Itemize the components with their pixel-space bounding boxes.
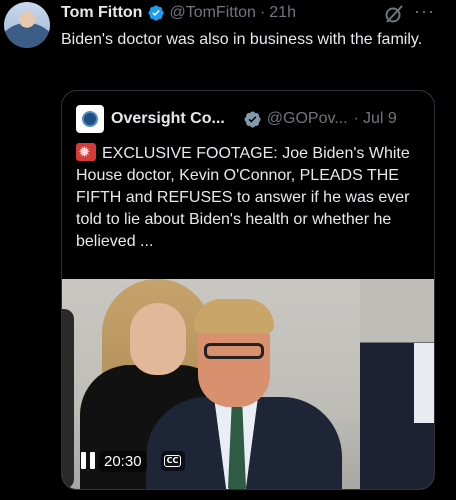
tweet[interactable]: Tom Fitton @TomFitton · 21h ··· Biden's … — [0, 0, 456, 500]
quoted-tweet-date[interactable]: Jul 9 — [363, 110, 397, 128]
quoted-tweet[interactable]: Oversight Co... @GOPov... · Jul 9 EXCLUS… — [61, 90, 435, 490]
verified-badge-icon[interactable] — [243, 110, 262, 129]
quoted-author-handle[interactable]: @GOPov... — [267, 110, 348, 128]
author-avatar[interactable] — [4, 2, 50, 48]
tweet-text: Biden's doctor was also in business with… — [61, 31, 423, 48]
author-name[interactable]: Tom Fitton — [61, 4, 142, 22]
pause-icon[interactable] — [75, 449, 101, 473]
quoted-tweet-header: Oversight Co... @GOPov... · Jul 9 — [76, 105, 397, 133]
video-controls: 20:30 CC — [75, 449, 185, 473]
tweet-timestamp[interactable]: 21h — [269, 4, 296, 22]
separator-dot: · — [353, 110, 359, 127]
grok-icon[interactable] — [384, 4, 404, 24]
verified-badge-icon[interactable] — [147, 4, 165, 22]
cc-icon: CC — [163, 455, 182, 467]
author-handle[interactable]: @TomFitton — [169, 4, 255, 22]
quoted-tweet-text: EXCLUSIVE FOOTAGE: Joe Biden's White Hou… — [76, 145, 410, 250]
tweet-header: Tom Fitton @TomFitton · 21h — [61, 3, 296, 23]
quoted-author-name[interactable]: Oversight Co... — [111, 110, 225, 128]
quoted-tweet-text-container: EXCLUSIVE FOOTAGE: Joe Biden's White Hou… — [76, 142, 426, 253]
closed-captions-button[interactable]: CC — [160, 451, 185, 471]
quoted-author-avatar[interactable] — [76, 105, 104, 133]
more-options-icon[interactable]: ··· — [414, 2, 436, 24]
video-elapsed-time: 20:30 — [99, 450, 147, 472]
rotating-light-icon — [76, 142, 96, 164]
separator-dot: · — [259, 4, 266, 21]
